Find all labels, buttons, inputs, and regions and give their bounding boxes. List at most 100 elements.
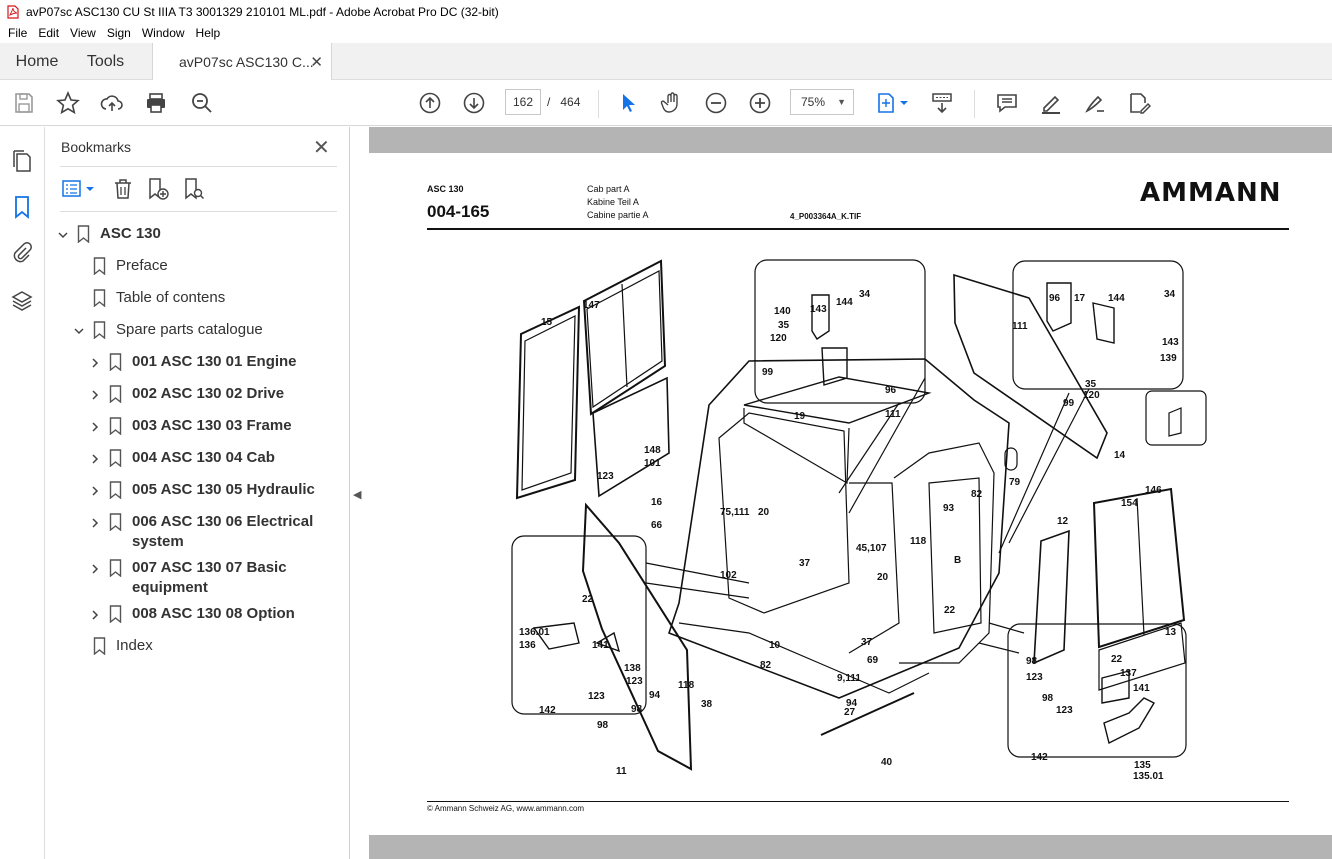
layers-icon[interactable] — [10, 289, 34, 313]
bookmark-item[interactable]: ASC 130 — [77, 224, 161, 244]
zoom-out-icon[interactable] — [703, 90, 729, 116]
bookmarks-panel-icon[interactable] — [10, 195, 34, 219]
part-callout-label: 34 — [1164, 289, 1176, 300]
attachments-paperclip-icon[interactable] — [10, 241, 34, 265]
chevron-right-icon[interactable] — [89, 453, 101, 465]
print-icon[interactable] — [143, 90, 169, 116]
footer-rule — [427, 801, 1289, 802]
document-viewport[interactable]: ASC 130 004-165 Cab part A Kabine Teil A… — [369, 127, 1332, 859]
pdf-page: ASC 130 004-165 Cab part A Kabine Teil A… — [369, 153, 1332, 835]
bookmark-item[interactable]: Index — [93, 636, 153, 656]
bookmark-label: 003 ASC 130 03 Frame — [132, 417, 292, 434]
part-callout-label: 137 — [1120, 668, 1137, 679]
bookmark-item[interactable]: 006 ASC 130 06 Electrical system — [109, 512, 313, 552]
part-callout-label: 123 — [588, 691, 605, 702]
zoom-in-icon[interactable] — [747, 90, 773, 116]
menu-file[interactable]: File — [8, 26, 27, 40]
menu-sign[interactable]: Sign — [107, 26, 131, 40]
bookmark-star-icon[interactable] — [55, 90, 81, 116]
upload-cloud-icon[interactable] — [99, 90, 125, 116]
part-callout-label: 13 — [1165, 627, 1177, 638]
page-number-input[interactable]: 162 — [505, 89, 541, 115]
part-callout-label: 9,111 — [837, 673, 861, 684]
close-panel-icon[interactable]: ✕ — [313, 135, 330, 160]
menu-help[interactable]: Help — [196, 26, 221, 40]
new-bookmark-icon[interactable] — [145, 177, 169, 201]
menu-window[interactable]: Window — [142, 26, 185, 40]
chevron-right-icon[interactable] — [89, 485, 101, 497]
part-callout-label: 15 — [541, 317, 553, 328]
bookmark-item[interactable]: Spare parts catalogue — [93, 320, 263, 340]
zoom-level-value: 75% — [801, 95, 826, 109]
part-callout-label: 19 — [794, 411, 806, 422]
bookmark-label: Spare parts catalogue — [116, 321, 263, 338]
part-callout-label: 22 — [944, 605, 956, 616]
part-callout-label: 17 — [1074, 293, 1086, 304]
menu-view[interactable]: View — [70, 26, 96, 40]
chevron-right-icon[interactable] — [89, 421, 101, 433]
hand-tool-icon[interactable] — [659, 90, 685, 116]
previous-page-icon[interactable] — [417, 90, 443, 116]
bookmark-item[interactable]: 008 ASC 130 08 Option — [109, 604, 295, 624]
highlight-pen-icon[interactable] — [1038, 90, 1064, 116]
bookmark-item[interactable]: Table of contens — [93, 288, 225, 308]
draw-sign-icon[interactable] — [1082, 90, 1108, 116]
bookmark-options-icon[interactable] — [61, 177, 95, 201]
part-callout-label: 16 — [651, 497, 663, 508]
bookmark-icon — [109, 513, 122, 531]
part-callout-label: 123 — [1056, 705, 1073, 716]
save-icon[interactable] — [11, 90, 37, 116]
chevron-right-icon[interactable] — [89, 563, 101, 575]
part-callout-label: 79 — [1009, 477, 1021, 488]
part-callout-label: 123 — [1026, 672, 1043, 683]
tab-document[interactable]: avP07sc ASC130 C... ✕ — [152, 43, 332, 81]
bookmark-icon — [109, 605, 122, 623]
bookmark-item[interactable]: 001 ASC 130 01 Engine — [109, 352, 297, 372]
bookmark-item[interactable]: Preface — [93, 256, 168, 276]
bookmark-label: 005 ASC 130 05 Hydraulic — [132, 481, 315, 498]
panel-divider — [60, 166, 337, 167]
select-cursor-icon[interactable] — [615, 90, 641, 116]
part-callout-label: 135.01 — [1133, 771, 1164, 782]
chevron-right-icon[interactable] — [89, 357, 101, 369]
part-callout-label: 142 — [1031, 752, 1048, 763]
part-callout-label: 35 — [1085, 379, 1097, 390]
part-callout-label: 136 — [519, 640, 536, 651]
comment-icon[interactable] — [994, 90, 1020, 116]
tab-tools[interactable]: Tools — [74, 43, 137, 80]
find-bookmark-icon[interactable] — [181, 177, 205, 201]
page-thumbnails-icon[interactable] — [10, 149, 34, 173]
bookmark-icon — [109, 481, 122, 499]
next-page-icon[interactable] — [461, 90, 487, 116]
edit-pdf-icon[interactable] — [1126, 90, 1152, 116]
menu-edit[interactable]: Edit — [38, 26, 59, 40]
part-callout-label: 35 — [778, 320, 790, 331]
part-callout-label: 11 — [616, 766, 627, 777]
bookmark-item[interactable]: 003 ASC 130 03 Frame — [109, 416, 292, 436]
zoom-search-icon[interactable] — [189, 90, 215, 116]
zoom-level-dropdown[interactable]: 75% ▼ — [790, 89, 854, 115]
chevron-right-icon[interactable] — [89, 389, 101, 401]
delete-trash-icon[interactable] — [111, 177, 135, 201]
bookmark-icon — [93, 257, 106, 275]
scroll-mode-icon[interactable] — [929, 90, 955, 116]
part-callout-label: 99 — [1063, 398, 1075, 409]
bookmark-item[interactable]: 004 ASC 130 04 Cab — [109, 448, 275, 468]
part-callout-label: 123 — [597, 471, 614, 482]
bookmark-item[interactable]: 005 ASC 130 05 Hydraulic — [109, 480, 315, 500]
bookmark-item[interactable]: 007 ASC 130 07 Basic equipment — [109, 558, 287, 598]
chevron-right-icon[interactable] — [89, 517, 101, 529]
chevron-down-icon[interactable] — [73, 325, 85, 337]
tab-home[interactable]: Home — [0, 43, 74, 80]
bookmark-label: Table of contens — [116, 289, 226, 306]
chevron-down-icon[interactable] — [57, 229, 69, 241]
part-callout-label: 22 — [582, 594, 594, 605]
collapse-panel-icon[interactable]: ◀ — [353, 488, 361, 501]
close-tab-icon[interactable]: ✕ — [310, 53, 323, 71]
window-title: avP07sc ASC130 CU St IIIA T3 3001329 210… — [26, 4, 499, 19]
chevron-right-icon[interactable] — [89, 609, 101, 621]
bookmarks-panel-title: Bookmarks — [61, 139, 132, 155]
bookmark-item[interactable]: 002 ASC 130 02 Drive — [109, 384, 284, 404]
fit-page-icon[interactable] — [876, 90, 910, 116]
part-callout-label: 20 — [877, 572, 889, 583]
